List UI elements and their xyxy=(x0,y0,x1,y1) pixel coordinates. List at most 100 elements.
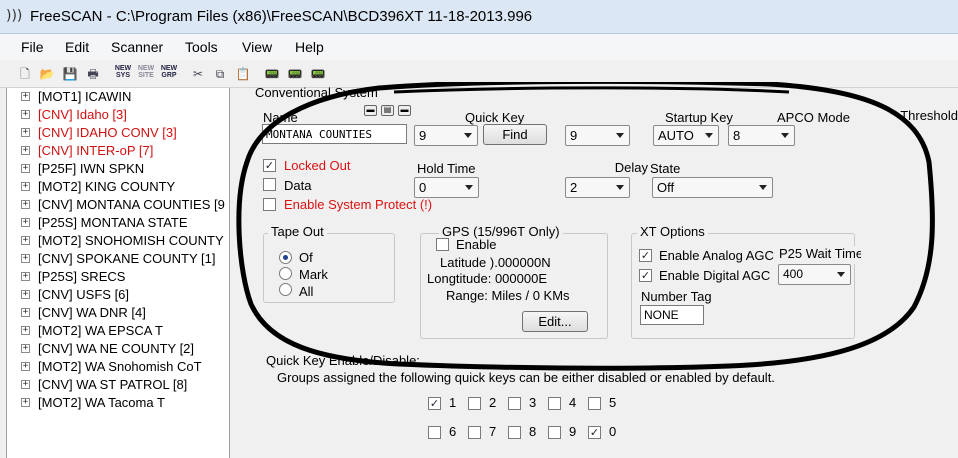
tree-item[interactable]: + [CNV] SPOKANE COUNTY [1] xyxy=(7,250,229,268)
tree-item[interactable]: + [MOT2] KING COUNTY xyxy=(7,178,229,196)
tree-item[interactable]: + [MOT2] SNOHOMISH COUNTY xyxy=(7,232,229,250)
tree-item[interactable]: + [CNV] USFS [6] xyxy=(7,286,229,304)
open-folder-icon[interactable]: 📂 xyxy=(38,65,56,83)
quick-key-select[interactable]: 9 xyxy=(414,125,478,146)
quick-key-number: 7 xyxy=(489,424,497,439)
small-button-2[interactable]: ▤ xyxy=(381,105,394,116)
quick-key-checkbox[interactable] xyxy=(588,397,601,410)
tape-out-radio-of[interactable] xyxy=(279,251,292,264)
quick-key-checkbox[interactable] xyxy=(548,426,561,439)
expand-icon[interactable]: + xyxy=(21,128,30,137)
quick-key-checkbox[interactable]: ✓ xyxy=(588,426,601,439)
tree-item[interactable]: + [CNV] MONTANA COUNTIES [9 xyxy=(7,196,229,214)
tree-item[interactable]: + [CNV] INTER-oP [7] xyxy=(7,142,229,160)
toolbar: 🗋 📂 💾 🖶 NEW SYS NEW SITE NEW GRP ✂ ⧉ 📋 📟 📟 … xyxy=(0,60,958,88)
expand-icon[interactable]: + xyxy=(21,398,30,407)
tree-item[interactable]: + [P25S] MONTANA STATE xyxy=(7,214,229,232)
menu-scanner[interactable]: Scanner xyxy=(111,39,163,55)
paste-icon[interactable]: 📋 xyxy=(234,65,252,83)
menu-view[interactable]: View xyxy=(242,39,272,55)
quick-key-checkbox[interactable] xyxy=(468,397,481,410)
menu-help[interactable]: Help xyxy=(295,39,324,55)
print-icon[interactable]: 🖶 xyxy=(84,65,102,83)
new-system-button[interactable]: NEW SYS xyxy=(114,65,132,79)
menu-tools[interactable]: Tools xyxy=(185,39,218,55)
expand-icon[interactable]: + xyxy=(21,200,30,209)
menu-edit[interactable]: Edit xyxy=(65,39,89,55)
tree-item[interactable]: + [MOT1] ICAWIN xyxy=(7,88,229,106)
quick-key-checkbox[interactable] xyxy=(508,426,521,439)
expand-icon[interactable]: + xyxy=(21,92,30,101)
expand-icon[interactable]: + xyxy=(21,254,30,263)
cut-icon[interactable]: ✂ xyxy=(189,65,207,83)
tree-item[interactable]: + [MOT2] WA EPSCA T xyxy=(7,322,229,340)
expand-icon[interactable]: + xyxy=(21,182,30,191)
expand-icon[interactable]: + xyxy=(21,326,30,335)
menu-file[interactable]: File xyxy=(21,39,44,55)
expand-icon[interactable]: + xyxy=(21,146,30,155)
system-tree[interactable]: + [MOT1] ICAWIN + [CNV] Idaho [3] + [CNV] IDA… xyxy=(6,88,230,458)
quick-key-checkbox[interactable] xyxy=(468,426,481,439)
number-tag-field[interactable]: NONE xyxy=(640,305,704,325)
digital-agc-checkbox[interactable]: ✓ xyxy=(639,269,652,282)
tree-item[interactable]: + [P25S] SRECS xyxy=(7,268,229,286)
write-scanner-icon[interactable]: 📟 xyxy=(286,65,304,83)
chevron-down-icon xyxy=(781,133,789,138)
expand-icon[interactable]: + xyxy=(21,218,30,227)
tree-item[interactable]: + [CNV] IDAHO CONV [3] xyxy=(7,124,229,142)
chevron-down-icon xyxy=(464,133,472,138)
locked-out-checkbox[interactable]: ✓ xyxy=(263,159,276,172)
expand-icon[interactable]: + xyxy=(21,362,30,371)
scanner-settings-icon[interactable]: 📟 xyxy=(309,65,327,83)
expand-icon[interactable]: + xyxy=(21,290,30,299)
small-button-3[interactable]: ▬ xyxy=(398,105,411,116)
find-button[interactable]: Find xyxy=(483,124,547,145)
delay-select[interactable]: 2 xyxy=(565,177,630,198)
startup-key-select[interactable]: 8 xyxy=(728,125,795,146)
quick-key-checkbox[interactable] xyxy=(428,426,441,439)
tree-item[interactable]: + [P25F] IWN SPKN xyxy=(7,160,229,178)
data-checkbox[interactable] xyxy=(263,178,276,191)
locked-out-label: Locked Out xyxy=(284,158,351,173)
quick-key-checkbox[interactable]: ✓ xyxy=(428,397,441,410)
p25-wait-label: P25 Wait Time xyxy=(779,246,861,261)
state-select[interactable]: Off xyxy=(652,177,773,198)
enable-system-protect-checkbox[interactable] xyxy=(263,198,276,211)
tree-item-label: [MOT2] KING COUNTY xyxy=(38,179,176,194)
new-site-button[interactable]: NEW SITE xyxy=(137,65,155,79)
quick-key-checkbox[interactable] xyxy=(508,397,521,410)
expand-icon[interactable]: + xyxy=(21,308,30,317)
expand-icon[interactable]: + xyxy=(21,272,30,281)
tape-out-radio-mark[interactable] xyxy=(279,267,292,280)
gps-enable-checkbox[interactable] xyxy=(436,238,449,251)
tree-item[interactable]: + [CNV] WA ST PATROL [8] xyxy=(7,376,229,394)
tape-out-radio-all[interactable] xyxy=(279,283,292,296)
tree-item[interactable]: + [MOT2] WA Snohomish CoT xyxy=(7,358,229,376)
expand-icon[interactable]: + xyxy=(21,380,30,389)
hold-time-select[interactable]: 0 xyxy=(414,177,479,198)
tree-item[interactable]: + [CNV] Idaho [3] xyxy=(7,106,229,124)
name-field[interactable]: MONTANA COUNTIES xyxy=(262,124,407,144)
expand-icon[interactable]: + xyxy=(21,164,30,173)
quick-key-checkbox[interactable] xyxy=(548,397,561,410)
save-icon[interactable]: 💾 xyxy=(61,65,79,83)
quick-key-label: Quick Key xyxy=(465,110,525,125)
new-file-icon[interactable]: 🗋 xyxy=(16,65,34,83)
copy-icon[interactable]: ⧉ xyxy=(211,65,229,83)
tree-item[interactable]: + [CNV] WA NE COUNTY [2] xyxy=(7,340,229,358)
read-scanner-icon[interactable]: 📟 xyxy=(263,65,281,83)
tree-item[interactable]: + [MOT2] WA Tacoma T xyxy=(7,394,229,412)
gps-edit-button[interactable]: Edit... xyxy=(522,311,588,332)
tree-item[interactable]: + [CNV] WA DNR [4] xyxy=(7,304,229,322)
p25-wait-select[interactable]: 400 xyxy=(778,264,851,285)
tree-item-label: [MOT2] WA Tacoma T xyxy=(38,395,165,410)
startup-mode-select[interactable]: AUTO xyxy=(653,125,719,146)
expand-icon[interactable]: + xyxy=(21,110,30,119)
small-button-1[interactable]: ▬ xyxy=(364,105,377,116)
expand-icon[interactable]: + xyxy=(21,236,30,245)
quick-key-select-2[interactable]: 9 xyxy=(565,125,630,146)
new-group-button[interactable]: NEW GRP xyxy=(160,65,178,79)
expand-icon[interactable]: + xyxy=(21,344,30,353)
analog-agc-checkbox[interactable]: ✓ xyxy=(639,249,652,262)
quick-key-number: 8 xyxy=(529,424,537,439)
